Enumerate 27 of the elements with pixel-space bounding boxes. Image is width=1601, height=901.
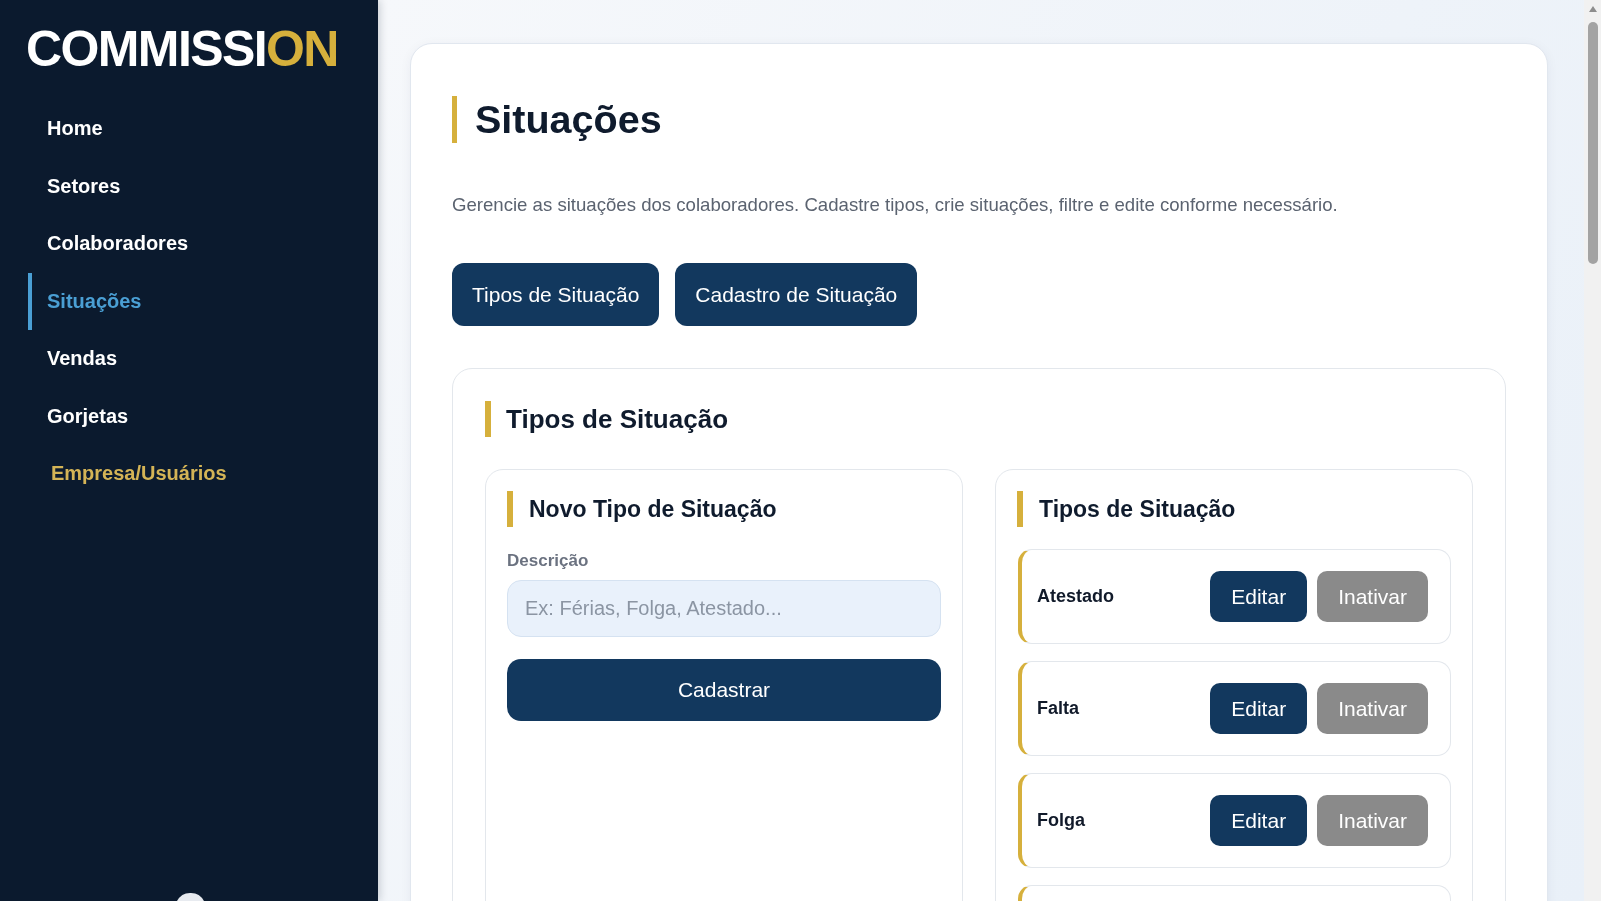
field-label: Descrição	[507, 551, 590, 571]
edit-button[interactable]: Editar	[1210, 571, 1308, 622]
scrollbar-track[interactable]	[1584, 0, 1601, 901]
register-button[interactable]: Cadastrar	[507, 659, 941, 721]
scroll-up-icon[interactable]	[1588, 6, 1597, 12]
description-input[interactable]: Ex: Férias, Folga, Atestado...	[507, 580, 941, 637]
situation-type-name: Atestado	[1037, 586, 1114, 607]
edit-button[interactable]: Editar	[1210, 795, 1308, 846]
sidebar-nav-item[interactable]: Setores	[28, 157, 133, 215]
sidebar-nav-item[interactable]: Gorjetas	[28, 387, 141, 445]
sidebar-nav-item[interactable]: Situações	[28, 272, 154, 330]
situation-type-name: Folga	[1037, 810, 1085, 831]
scrollbar-thumb[interactable]	[1587, 22, 1598, 264]
sidebar-nav-item[interactable]: Vendas	[28, 330, 130, 388]
page-description: Gerencie as situações dos colaboradores. Cadastre tipos, crie situações, filtre e edite conforme necessário.	[452, 195, 1339, 215]
section-title: Tipos de Situação	[485, 401, 1473, 437]
page-title: Situações	[452, 96, 1506, 143]
logo-wordmark: COMMISSION	[26, 24, 338, 74]
card-title: Novo Tipo de Situação	[507, 491, 941, 527]
sidebar-nav-item[interactable]: Home	[28, 100, 115, 158]
view-button[interactable]: Cadastro de Situação	[675, 263, 918, 326]
card-title: Tipos de Situação	[1017, 491, 1451, 527]
sidebar-nav-item[interactable]: Colaboradores	[28, 215, 201, 273]
edit-button[interactable]: Editar	[1210, 683, 1308, 734]
sidebar-nav-item[interactable]: Empresa/Usuários	[28, 445, 239, 503]
situation-type-name: Falta	[1037, 698, 1079, 719]
view-button[interactable]: Tipos de Situação	[452, 263, 660, 326]
